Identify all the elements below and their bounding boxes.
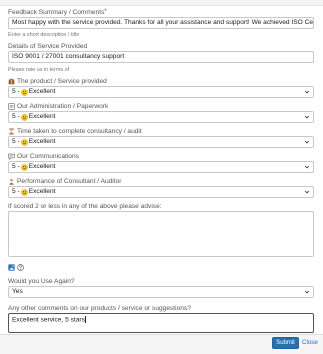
editor-icons-row bbox=[8, 263, 314, 271]
smiley-icon bbox=[20, 138, 28, 146]
feedback-summary-label: Feedback Summary / Comments* bbox=[8, 9, 107, 16]
close-link[interactable]: Close bbox=[302, 337, 318, 349]
feedback-form: Feedback Summary / Comments* Most happy … bbox=[8, 8, 314, 333]
rating-performance-label: Performance of Consultant / Auditor bbox=[8, 177, 314, 186]
rating-communications-select[interactable]: 5 - Excellent bbox=[8, 161, 314, 173]
rating-performance-select[interactable]: 5 - Excellent bbox=[8, 186, 314, 198]
help-icon[interactable] bbox=[17, 263, 24, 271]
smiley-icon bbox=[20, 113, 28, 121]
chevron-down-icon bbox=[304, 165, 310, 169]
rating-administration-label: Our Administration / Paperwork bbox=[8, 102, 314, 111]
chat-icon bbox=[8, 153, 15, 160]
chevron-down-icon bbox=[304, 90, 310, 94]
rating-time-taken-label: Time taken to complete consultancy / aud… bbox=[8, 127, 314, 136]
rating-intro-help: Please rate us in terms of bbox=[8, 67, 70, 73]
feedback-summary-help: Enter a short description / title bbox=[8, 32, 80, 38]
smiley-icon bbox=[20, 163, 28, 171]
smiley-icon bbox=[20, 188, 28, 196]
chevron-down-icon bbox=[304, 290, 310, 294]
image-icon[interactable] bbox=[8, 263, 15, 271]
rating-communications-label: Our Communications bbox=[8, 152, 314, 161]
top-bar bbox=[0, 0, 323, 6]
hourglass-icon bbox=[9, 128, 14, 135]
rating-administration-select[interactable]: 5 - Excellent bbox=[8, 111, 314, 123]
use-again-select[interactable]: Yes bbox=[8, 286, 314, 298]
required-mark: * bbox=[104, 9, 107, 15]
submit-button[interactable]: Submit bbox=[272, 337, 299, 349]
chevron-down-icon bbox=[304, 115, 310, 119]
use-again-label: Would you Use Again? bbox=[8, 278, 75, 285]
advise-textarea[interactable] bbox=[8, 211, 314, 257]
person-icon bbox=[9, 178, 14, 185]
advise-label: If scored 2 or less in any of the above … bbox=[8, 203, 162, 210]
text-caret bbox=[85, 316, 87, 323]
rating-product-select[interactable]: 5 - Excellent bbox=[8, 86, 314, 98]
chevron-down-icon bbox=[304, 190, 310, 194]
other-comments-textarea[interactable]: Excellent service, 5 stars bbox=[8, 313, 314, 333]
rating-product-label: The product / Service provided bbox=[8, 77, 314, 86]
service-details-input[interactable]: ISO 9001 / 27001 consultancy support bbox=[8, 51, 314, 63]
document-icon bbox=[8, 103, 15, 110]
box-icon bbox=[8, 78, 15, 85]
feedback-summary-input[interactable]: Most happy with the service provided. Th… bbox=[8, 17, 314, 29]
smiley-icon bbox=[20, 88, 28, 96]
other-comments-label: Any other comments on our products / ser… bbox=[8, 305, 191, 312]
service-details-label: Details of Service Provided bbox=[8, 43, 88, 50]
rating-time-taken-select[interactable]: 5 - Excellent bbox=[8, 136, 314, 148]
chevron-down-icon bbox=[304, 140, 310, 144]
